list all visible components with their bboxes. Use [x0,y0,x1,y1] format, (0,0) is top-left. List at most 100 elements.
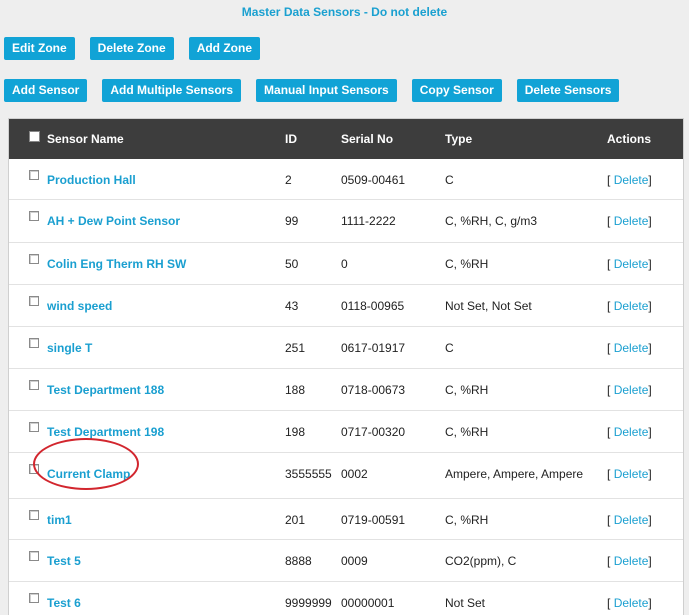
bracket-open: [ [607,596,611,610]
sensor-name-link[interactable]: wind speed [47,299,112,313]
delete-link[interactable]: Delete [614,173,649,187]
table-header: Sensor Name ID Serial No Type Actions [9,119,683,159]
row-checkbox[interactable] [29,170,39,180]
sensor-name-link[interactable]: Test 5 [47,554,81,568]
delete-link[interactable]: Delete [614,257,649,271]
delete-link[interactable]: Delete [614,467,649,481]
delete-link[interactable]: Delete [614,383,649,397]
delete-link[interactable]: Delete [614,513,649,527]
sensor-serial: 0617-01917 [341,341,406,355]
bracket-close: ] [648,214,652,228]
manual-input-sensors-button[interactable]: Manual Input Sensors [256,79,397,102]
sensor-name-link[interactable]: single T [47,341,92,355]
sensor-serial: 0118-00965 [341,299,405,313]
sensor-id: 188 [285,383,306,397]
sensor-name-link[interactable]: Test Department 188 [47,383,164,397]
table-row: wind speed 43 0118-00965 Not Set, Not Set [ … [9,285,683,327]
sensor-serial: 0718-00673 [341,383,406,397]
sensor-type: Not Set [445,596,486,610]
header-sensor-name[interactable]: Sensor Name [47,132,124,146]
sensor-table: Sensor Name ID Serial No Type Actions Pr… [8,118,684,615]
edit-zone-button[interactable]: Edit Zone [4,37,75,60]
bracket-open: [ [607,513,611,527]
bracket-open: [ [607,299,611,313]
add-zone-button[interactable]: Add Zone [188,37,261,60]
table-row: AH + Dew Point Sensor 99 1111-2222 C, %RH, … [9,200,683,243]
row-checkbox[interactable] [29,510,39,520]
bracket-close: ] [648,425,652,439]
sensor-type: CO2(ppm), C [445,554,517,568]
sensor-type: C [445,173,454,187]
bracket-open: [ [607,383,611,397]
sensor-type: C, %RH [445,513,489,527]
row-checkbox[interactable] [29,593,39,603]
row-checkbox[interactable] [29,464,39,474]
sensor-type: C, %RH [445,257,489,271]
row-actions: [ Delete] [607,173,652,187]
bracket-close: ] [648,467,652,481]
bracket-open: [ [607,341,611,355]
row-checkbox[interactable] [29,296,39,306]
sensor-id: 201 [285,513,306,527]
sensor-name-link[interactable]: Test 6 [47,596,81,610]
row-actions: [ Delete] [607,596,652,610]
bracket-open: [ [607,214,611,228]
sensor-id: 50 [285,257,299,271]
header-actions: Actions [607,132,652,146]
sensor-id: 2 [285,173,292,187]
sensor-name-link[interactable]: AH + Dew Point Sensor [47,214,180,228]
delete-link[interactable]: Delete [614,425,649,439]
sensor-type: C, %RH [445,383,489,397]
sensor-id: 198 [285,425,306,439]
sensor-toolbar: Add Sensor Add Multiple Sensors Manual I… [4,79,634,102]
table-row: Test Department 198 198 0717-00320 C, %RH [ … [9,411,683,453]
bracket-open: [ [607,554,611,568]
sensor-serial: 0509-00461 [341,173,406,187]
row-checkbox[interactable] [29,211,39,221]
header-serial-no[interactable]: Serial No [341,132,393,146]
sensor-name-link[interactable]: Production Hall [47,173,136,187]
delete-link[interactable]: Delete [614,554,649,568]
table-row: Test 5 8888 0009 CO2(ppm), C [ Delete] [9,540,683,582]
table-row: Current Clamp 3555555 0002 Ampere, Ampere, … [9,453,683,499]
add-multiple-sensors-button[interactable]: Add Multiple Sensors [102,79,242,102]
row-actions: [ Delete] [607,425,652,439]
sensor-name-link[interactable]: Test Department 198 [47,425,164,439]
row-checkbox[interactable] [29,338,39,348]
table-row: Colin Eng Therm RH SW 50 0 C, %RH [ Delete] [9,243,683,285]
delete-zone-button[interactable]: Delete Zone [89,37,174,60]
delete-link[interactable]: Delete [614,214,649,228]
header-type[interactable]: Type [445,132,472,146]
row-checkbox[interactable] [29,380,39,390]
delete-link[interactable]: Delete [614,341,649,355]
header-id[interactable]: ID [285,132,297,146]
bracket-close: ] [648,257,652,271]
select-all-checkbox[interactable] [29,131,40,142]
row-actions: [ Delete] [607,513,652,527]
row-checkbox[interactable] [29,422,39,432]
row-checkbox[interactable] [29,551,39,561]
sensor-type: Not Set, Not Set [445,299,532,313]
sensor-serial: 0717-00320 [341,425,406,439]
delete-link[interactable]: Delete [614,299,649,313]
delete-link[interactable]: Delete [614,596,649,610]
delete-sensors-button[interactable]: Delete Sensors [516,79,620,102]
bracket-close: ] [648,554,652,568]
bracket-open: [ [607,467,611,481]
sensor-serial: 1111-2222 [341,214,396,228]
sensor-type: C, %RH, C, g/m3 [445,214,538,228]
row-actions: [ Delete] [607,257,652,271]
copy-sensor-button[interactable]: Copy Sensor [411,79,502,102]
sensor-id: 3555555 [285,467,332,481]
row-checkbox[interactable] [29,254,39,264]
bracket-close: ] [648,596,652,610]
bracket-open: [ [607,173,611,187]
zone-toolbar: Edit Zone Delete Zone Add Zone [4,37,275,60]
bracket-close: ] [648,513,652,527]
sensor-name-link[interactable]: Colin Eng Therm RH SW [47,257,186,271]
bracket-close: ] [648,173,652,187]
sensor-name-link[interactable]: tim1 [47,513,72,527]
row-actions: [ Delete] [607,554,652,568]
add-sensor-button[interactable]: Add Sensor [4,79,88,102]
sensor-name-link[interactable]: Current Clamp [47,467,130,481]
